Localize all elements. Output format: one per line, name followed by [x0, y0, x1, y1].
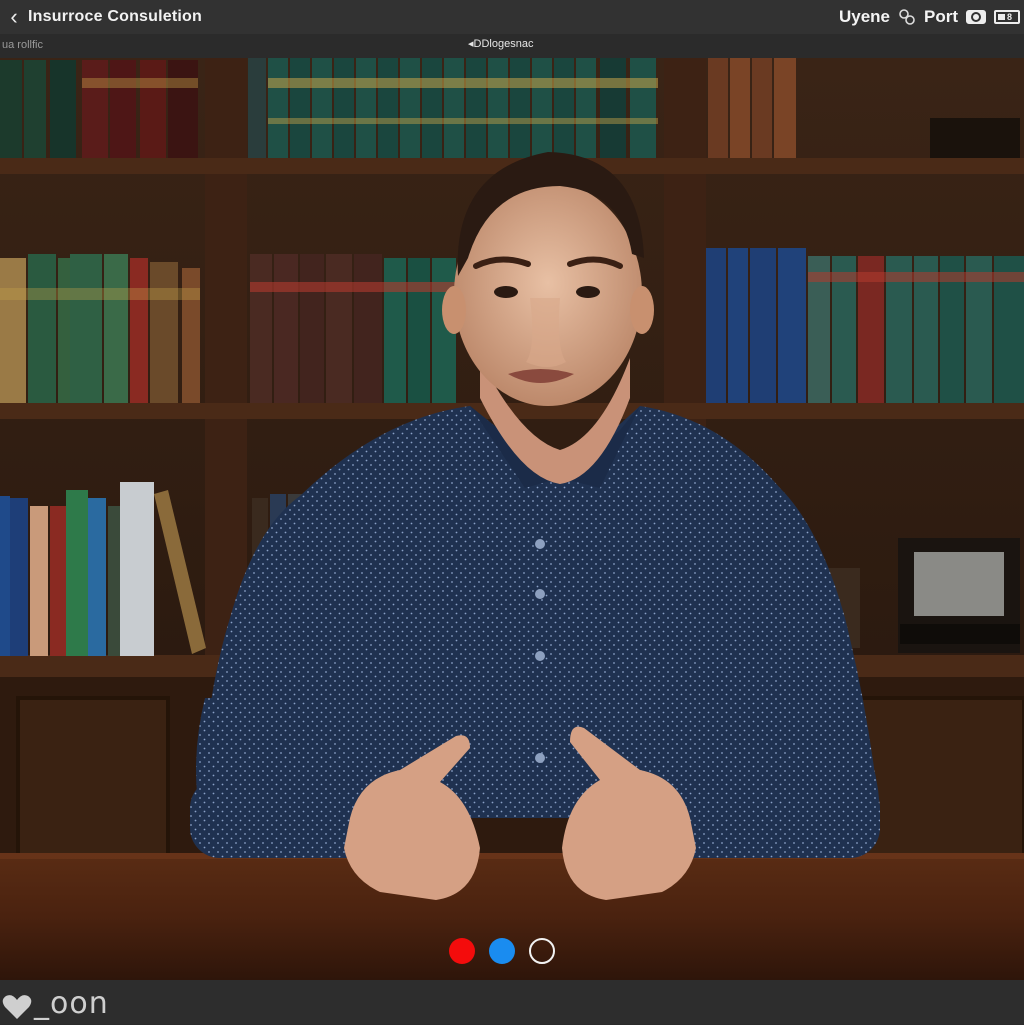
video-title: Insurroce Consuletion: [28, 8, 202, 25]
heart-icon[interactable]: [2, 994, 32, 1025]
top-bar: ‹ Insurroce Consuletion Uyene Port 8: [0, 0, 1024, 34]
bottom-bar: _oon: [0, 980, 1024, 1024]
cabinet-door: [858, 696, 1024, 880]
blue-dot[interactable]: [489, 938, 515, 964]
top-right-controls: Uyene Port 8: [839, 0, 1020, 34]
back-chevron-icon[interactable]: ‹: [0, 0, 28, 34]
sub-bar: ua rollfic ◂DDlogesnac: [0, 34, 1024, 58]
battery-level: 8: [1007, 11, 1013, 22]
user-label[interactable]: Uyene: [839, 7, 890, 27]
sub-center-label[interactable]: ◂DDlogesnac: [468, 37, 533, 50]
player-dots: [449, 938, 555, 964]
cabinet-door: [16, 696, 170, 880]
sub-left-label: ua rollfic: [2, 39, 43, 51]
cc-icon[interactable]: [966, 10, 986, 24]
bottom-label: _oon: [34, 986, 109, 1021]
hollow-dot[interactable]: [529, 938, 555, 964]
record-dot[interactable]: [449, 938, 475, 964]
battery-icon: 8: [994, 10, 1020, 24]
sync-icon[interactable]: [898, 8, 916, 26]
video-frame[interactable]: [0, 58, 1024, 980]
port-label[interactable]: Port: [924, 7, 958, 27]
video-scene: [0, 58, 1024, 980]
